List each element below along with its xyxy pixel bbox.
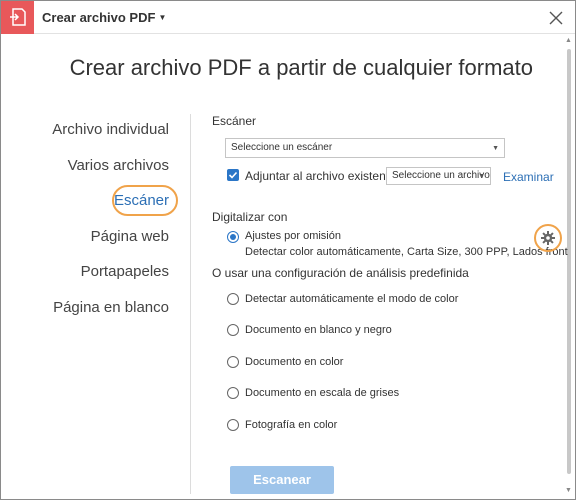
radio-preset-auto-color[interactable] [227, 293, 239, 305]
radio-preset-bw[interactable] [227, 324, 239, 336]
nav-item-pagina-en-blanco[interactable]: Página en blanco [53, 299, 169, 316]
preset-color-label: Documento en color [245, 356, 344, 368]
scroll-down-icon[interactable]: ▼ [565, 487, 572, 494]
nav-item-archivo-individual[interactable]: Archivo individual [52, 121, 169, 138]
browse-link[interactable]: Examinar [503, 170, 554, 184]
radio-preset-color-photo[interactable] [227, 419, 239, 431]
scan-button[interactable]: Escanear [230, 466, 334, 494]
window-title: Crear archivo PDF [42, 10, 156, 25]
radio-preset-color[interactable] [227, 356, 239, 368]
close-icon [549, 11, 563, 25]
nav-item-varios-archivos[interactable]: Varios archivos [68, 157, 169, 174]
gear-icon [541, 231, 555, 245]
default-settings-label: Ajustes por omisión [245, 230, 341, 242]
chevron-down-icon: ▼ [158, 13, 167, 22]
preset-auto-color-label: Detectar automáticamente el modo de colo… [245, 293, 459, 305]
digitize-section-label: Digitalizar con [212, 210, 288, 224]
radio-preset-grayscale[interactable] [227, 387, 239, 399]
default-settings-desc: Detectar color automáticamente, Carta Si… [245, 246, 568, 258]
radio-default-settings[interactable] [227, 231, 239, 243]
scanner-select[interactable]: Seleccione un escáner ▼ [225, 138, 505, 158]
scrollbar-thumb[interactable] [567, 49, 571, 474]
title-bar: Crear archivo PDF ▼ [1, 1, 575, 34]
chevron-down-icon: ▼ [492, 145, 499, 152]
chevron-down-icon: ▼ [478, 173, 485, 180]
scroll-up-icon[interactable]: ▲ [565, 37, 572, 44]
append-checkbox[interactable] [227, 169, 239, 181]
nav-item-escaner[interactable]: Escáner [114, 192, 169, 209]
scanner-select-value: Seleccione un escáner [231, 142, 333, 153]
preset-section-label: O usar una configuración de análisis pre… [212, 266, 469, 280]
close-button[interactable] [547, 9, 565, 27]
create-pdf-window: Crear archivo PDF ▼ ▲ ▼ Crear archivo PD… [0, 0, 576, 500]
create-pdf-app-icon [1, 1, 34, 34]
page-title: Crear archivo PDF a partir de cualquier … [69, 55, 533, 80]
vertical-scrollbar[interactable]: ▲ ▼ [563, 35, 575, 499]
nav-item-pagina-web[interactable]: Página web [91, 228, 169, 245]
checkmark-icon [228, 171, 238, 179]
nav-item-portapapeles[interactable]: Portapapeles [81, 263, 169, 280]
preset-color-photo-label: Fotografía en color [245, 419, 338, 431]
file-select-value: Seleccione un archivo [392, 170, 490, 181]
scanner-section-label: Escáner [212, 114, 257, 128]
preset-grayscale-label: Documento en escala de grises [245, 387, 400, 399]
append-label: Adjuntar al archivo existente [245, 169, 396, 183]
settings-gear-button[interactable] [534, 224, 562, 252]
title-dropdown-button[interactable]: Crear archivo PDF ▼ [42, 10, 166, 25]
file-select[interactable]: Seleccione un archivo ▼ [386, 167, 491, 185]
preset-bw-label: Documento en blanco y negro [245, 324, 392, 336]
nav-divider [190, 114, 191, 494]
